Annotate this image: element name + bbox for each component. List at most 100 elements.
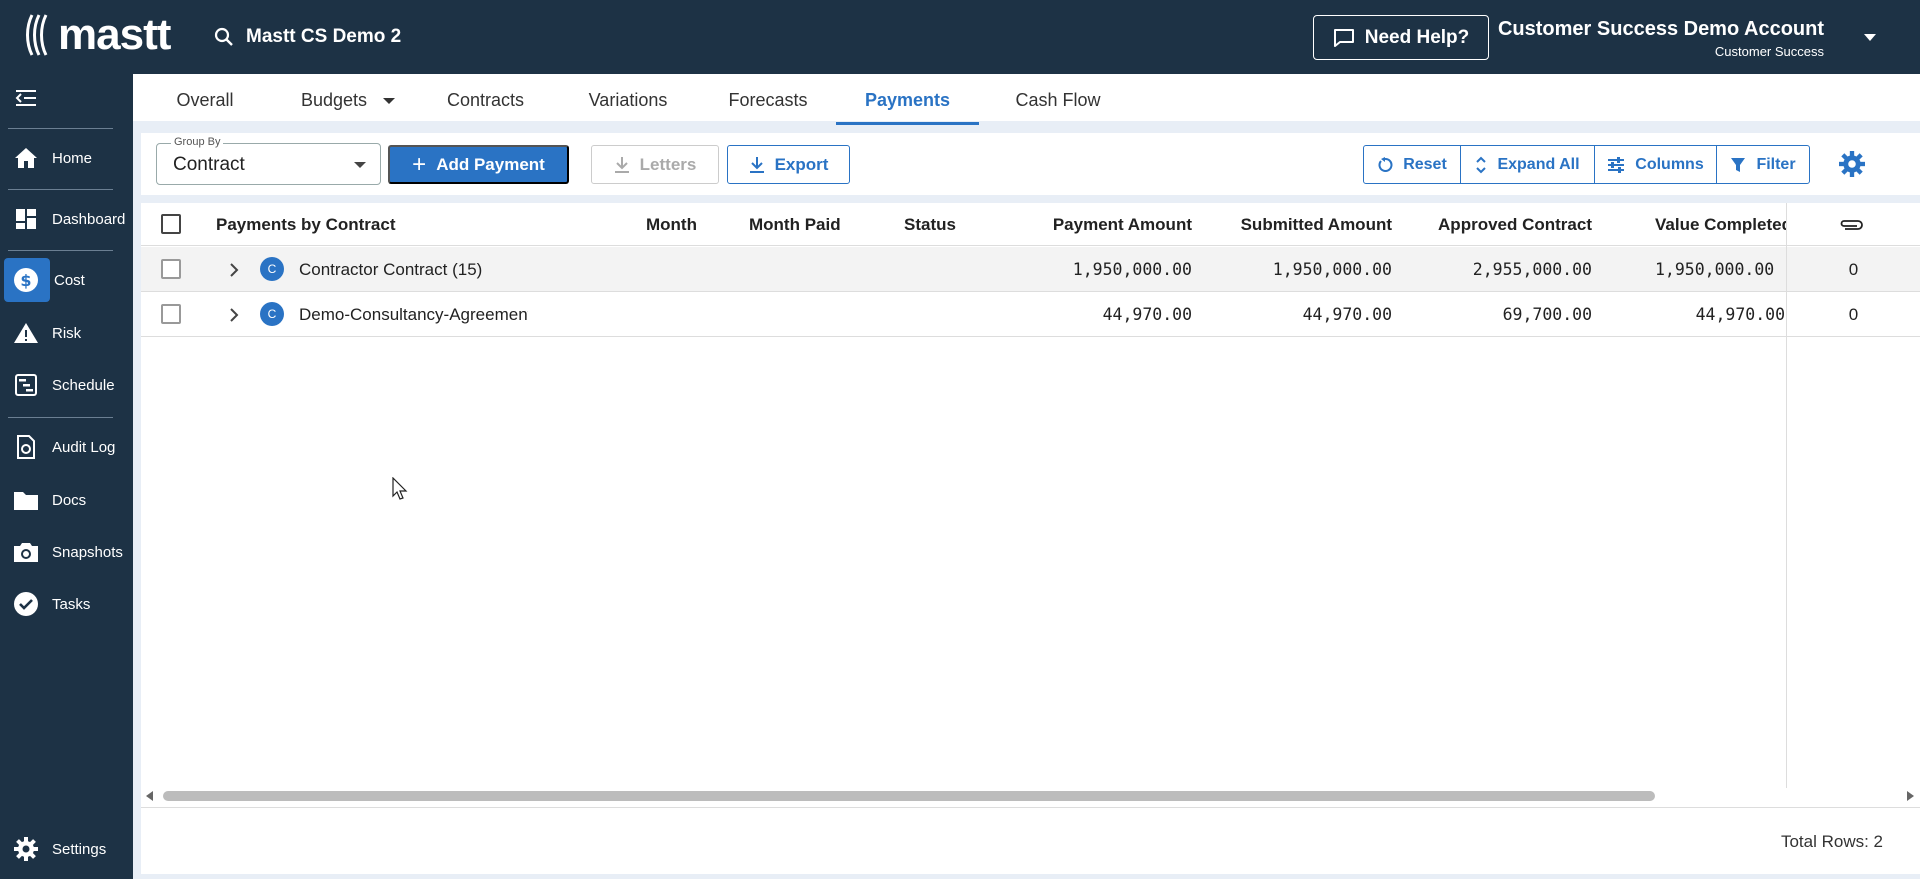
audit-icon xyxy=(13,434,39,460)
value-completed-cell: 44,970.00 xyxy=(1695,305,1785,324)
tab-budgets[interactable]: Budgets xyxy=(273,74,423,127)
letters-label: Letters xyxy=(639,154,697,174)
grid-footer: Total Rows: 2 xyxy=(141,807,1920,874)
account-caret-icon[interactable] xyxy=(1864,34,1876,41)
total-rows: Total Rows: 2 xyxy=(1780,832,1883,851)
paperclip-icon xyxy=(1840,219,1863,230)
dashboard-icon xyxy=(13,206,39,232)
payment-amount-cell: 44,970.00 xyxy=(1102,305,1192,324)
reset-button[interactable]: Reset xyxy=(1364,146,1461,183)
top-bar: mastt Mastt CS Demo 2 Need Help? Custome… xyxy=(0,0,1920,74)
reset-label: Reset xyxy=(1403,155,1447,173)
sidebar-item-label: Tasks xyxy=(52,595,91,613)
sidebar-divider xyxy=(8,250,113,251)
group-by-value: Contract xyxy=(173,154,245,175)
table-row[interactable]: C Contractor Contract (15) 1,950,000.00 … xyxy=(141,247,1920,292)
sidebar-item-home[interactable]: Home xyxy=(0,136,133,180)
expand-all-label: Expand All xyxy=(1497,155,1580,173)
approved-contract-cell: 69,700.00 xyxy=(1502,305,1592,324)
account-name: Customer Success Demo Account xyxy=(1497,18,1824,40)
logo-mark-icon xyxy=(26,14,48,56)
account-role: Customer Success xyxy=(1714,44,1824,59)
filter-label: Filter xyxy=(1756,155,1796,173)
tab-label: Overall xyxy=(176,90,234,110)
attachment-column-header[interactable] xyxy=(1837,203,1877,246)
grid-settings-gear-icon[interactable] xyxy=(1839,151,1865,182)
export-button[interactable]: Export xyxy=(727,145,850,184)
sidebar-item-label: Cost xyxy=(54,271,85,289)
filter-button[interactable]: Filter xyxy=(1717,146,1809,183)
group-by-select[interactable]: Group By Contract xyxy=(156,136,381,185)
sidebar-item-cost[interactable]: $ Cost xyxy=(0,258,133,302)
export-label: Export xyxy=(774,154,829,174)
need-help-button[interactable]: Need Help? xyxy=(1313,15,1489,60)
sidebar-item-label: Home xyxy=(52,149,93,167)
sidebar-divider xyxy=(8,189,113,190)
search-icon xyxy=(214,27,233,46)
chevron-down-icon xyxy=(354,162,366,168)
sidebar-item-tasks[interactable]: Tasks xyxy=(0,582,133,626)
column-header-value-completed[interactable]: Value Completed xyxy=(1655,203,1786,246)
scrollbar-thumb[interactable] xyxy=(163,791,1655,801)
value-completed-text: 1,950,000.00 xyxy=(1655,260,1775,279)
column-header-month[interactable]: Month xyxy=(646,203,726,246)
column-header-status[interactable]: Status xyxy=(904,203,1004,246)
column-header-month-paid[interactable]: Month Paid xyxy=(749,203,869,246)
module-tabs: Overall Budgets Contracts Variations For… xyxy=(133,74,1920,127)
tune-icon xyxy=(1608,156,1625,173)
select-all-checkbox[interactable] xyxy=(161,214,181,234)
column-header-approved-contract[interactable]: Approved Contract xyxy=(1401,203,1592,246)
chevron-right-icon[interactable] xyxy=(229,307,239,328)
tab-forecasts[interactable]: Forecasts xyxy=(703,74,833,127)
filter-icon xyxy=(1731,157,1746,172)
home-icon xyxy=(13,145,39,171)
row-checkbox[interactable] xyxy=(161,259,181,279)
sidebar-item-docs[interactable]: Docs xyxy=(0,478,133,522)
contract-name: Demo-Consultancy-Agreement xyxy=(299,304,528,324)
column-header-submitted-amount[interactable]: Submitted Amount xyxy=(1201,203,1392,246)
active-tab-indicator xyxy=(836,122,979,125)
tab-payments[interactable]: Payments xyxy=(836,74,979,127)
chevron-down-icon xyxy=(383,97,396,104)
sidebar-item-risk[interactable]: Risk xyxy=(0,311,133,355)
column-header-group[interactable]: Payments by Contract xyxy=(216,203,546,246)
mastt-logo[interactable]: mastt xyxy=(26,10,171,59)
tab-overall[interactable]: Overall xyxy=(155,74,255,127)
column-header-payment-amount[interactable]: Payment Amount xyxy=(1041,203,1192,246)
tab-cash-flow[interactable]: Cash Flow xyxy=(993,74,1123,127)
sidebar: Home Dashboard $ Cost Risk Schedule Audi… xyxy=(0,74,133,879)
sidebar-item-settings[interactable]: Settings xyxy=(0,827,133,871)
sidebar-item-label: Settings xyxy=(52,840,107,858)
attachment-count-cell: 0 xyxy=(1848,259,1859,279)
account-menu[interactable]: Customer Success Demo Account Customer S… xyxy=(1498,18,1824,59)
add-payment-label: Add Payment xyxy=(436,154,545,174)
sidebar-item-audit-log[interactable]: Audit Log xyxy=(0,425,133,469)
row-checkbox[interactable] xyxy=(161,304,181,324)
tab-contracts[interactable]: Contracts xyxy=(423,74,548,127)
add-payment-button[interactable]: + Add Payment xyxy=(388,145,569,184)
sidebar-item-dashboard[interactable]: Dashboard xyxy=(0,197,133,241)
chevron-right-icon[interactable] xyxy=(229,262,239,283)
row-count: (15) xyxy=(452,259,483,279)
sidebar-item-schedule[interactable]: Schedule xyxy=(0,363,133,407)
approved-contract-cell: 2,955,000.00 xyxy=(1472,260,1592,279)
scroll-right-icon[interactable] xyxy=(1907,791,1914,801)
pinned-column-divider xyxy=(1786,203,1787,788)
sidebar-item-snapshots[interactable]: Snapshots xyxy=(0,530,133,574)
sidebar-divider xyxy=(8,128,113,129)
check-circle-icon xyxy=(13,591,39,617)
columns-button[interactable]: Columns xyxy=(1595,146,1717,183)
tab-variations[interactable]: Variations xyxy=(563,74,693,127)
tab-label: Variations xyxy=(588,90,668,110)
tab-label: Payments xyxy=(864,90,951,110)
horizontal-scrollbar[interactable] xyxy=(141,786,1920,806)
table-row[interactable]: C Demo-Consultancy-Agreement 44,970.00 4… xyxy=(141,292,1920,337)
tab-label: Forecasts xyxy=(728,90,808,110)
project-search[interactable]: Mastt CS Demo 2 xyxy=(214,20,401,54)
tab-label: Cash Flow xyxy=(1015,90,1101,110)
scroll-left-icon[interactable] xyxy=(146,791,153,801)
reset-icon xyxy=(1378,156,1393,172)
letters-button[interactable]: Letters xyxy=(591,145,719,184)
expand-all-button[interactable]: Expand All xyxy=(1461,146,1595,183)
collapse-sidebar-icon[interactable] xyxy=(14,88,38,113)
